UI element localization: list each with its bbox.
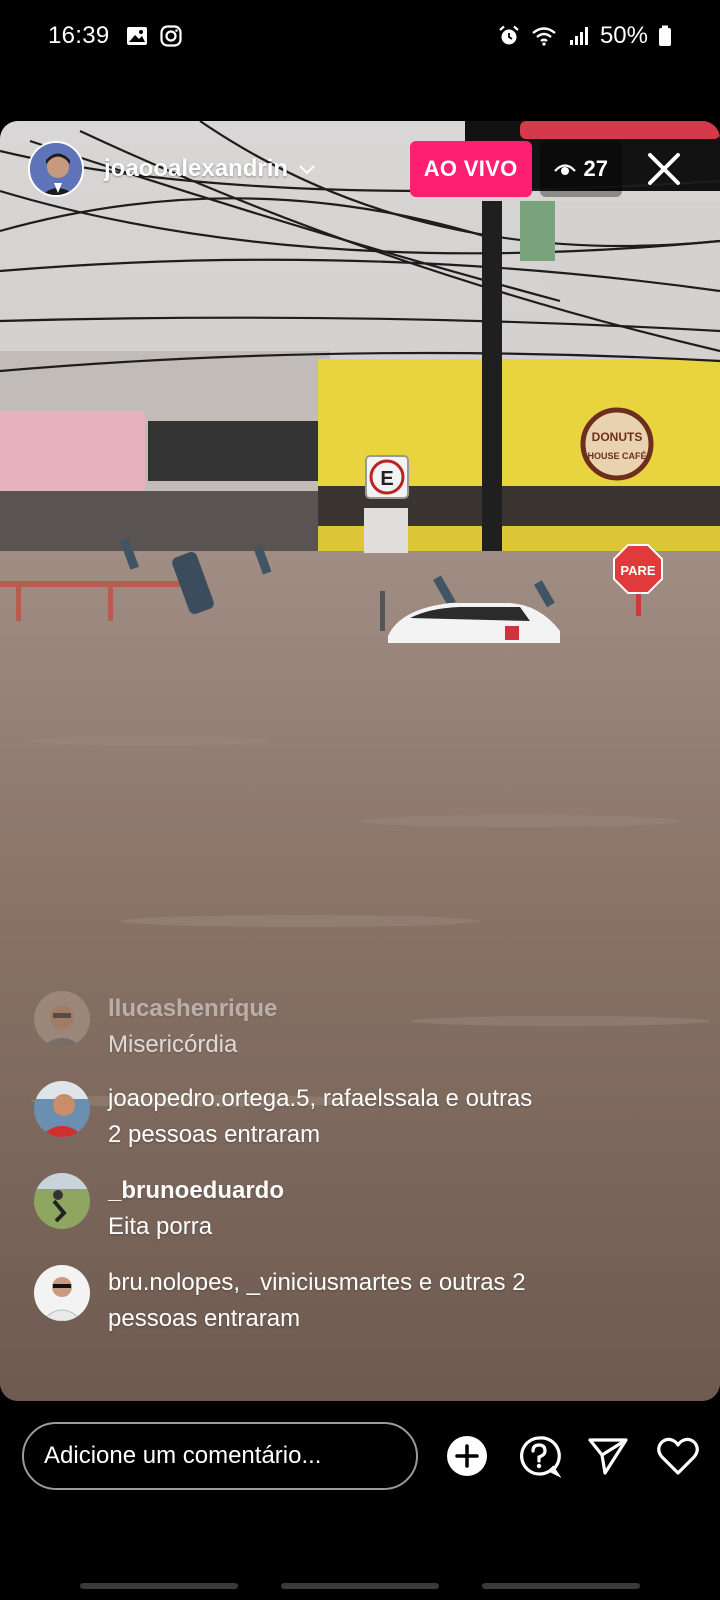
signal-icon [569,27,588,45]
comment-item: _brunoeduardo Eita porra [34,1173,284,1245]
system-nav-back[interactable] [482,1583,640,1589]
system-nav-recents[interactable] [80,1583,238,1589]
host-username-text: joaooalexandrin [104,155,289,182]
chevron-down-icon [299,165,315,175]
question-icon [520,1436,561,1478]
add-icon [447,1436,487,1476]
join-message-line2: 2 pessoas entraram [108,1121,321,1148]
wifi-icon [532,27,556,46]
close-icon [648,153,680,185]
stop-sign-text: PARE [620,563,655,578]
store-sign-top: DONUTS [592,430,643,444]
eye-icon [553,164,576,175]
live-header: joaooalexandrin AO VIVO 27 [28,141,692,197]
gallery-icon [126,27,147,45]
comment-avatar[interactable] [34,1081,90,1137]
comment-item: llucashenrique Misericórdia [34,991,277,1063]
join-message: joaopedro.ortega.5, rafaelssala e outras [108,1085,533,1112]
heart-icon [657,1437,699,1475]
instagram-icon [159,25,182,47]
live-video[interactable]: DONUTS HOUSE CAFÉ E PARE joaooalexandrin… [0,121,720,1401]
live-badge: AO VIVO [409,141,532,197]
bottom-bar [0,1420,720,1492]
question-button[interactable] [515,1432,563,1480]
battery-percent: 50% [599,22,648,49]
status-time: 16:39 [48,22,110,49]
heart-button[interactable] [654,1432,702,1480]
store-sign-bottom: HOUSE CAFÉ [587,451,646,461]
comment-avatar[interactable] [34,1173,90,1229]
comment-message: Eita porra [108,1213,213,1240]
comment-item: bru.nolopes, _viniciusmartes e outras 2 … [34,1265,526,1337]
host-username[interactable]: joaooalexandrin [104,155,318,183]
battery-icon [659,25,671,46]
comment-avatar[interactable] [34,1265,90,1321]
join-message-line2: pessoas entraram [108,1305,301,1332]
status-left-icons [126,25,182,47]
comment-username[interactable]: _brunoeduardo [108,1173,284,1209]
comment-avatar[interactable] [34,991,90,1047]
comment-item: joaopedro.ortega.5, rafaelssala e outras… [34,1081,532,1153]
viewer-count-number: 27 [583,156,608,181]
send-button[interactable] [584,1432,632,1480]
system-nav-home[interactable] [281,1583,439,1589]
comment-username[interactable]: llucashenrique [108,991,277,1027]
parking-sign-letter: E [380,468,393,490]
add-button[interactable] [443,1432,491,1480]
comment-input[interactable] [22,1422,418,1490]
send-icon [588,1438,628,1475]
status-right: 50% [498,22,672,50]
viewer-count[interactable]: 27 [539,141,622,197]
join-message: bru.nolopes, _viniciusmartes e outras 2 [108,1269,526,1296]
alarm-icon [499,25,519,45]
comment-message: Misericórdia [108,1031,238,1058]
close-button[interactable] [636,141,692,197]
status-bar: 16:39 50% [0,0,720,72]
host-avatar[interactable] [28,141,84,197]
